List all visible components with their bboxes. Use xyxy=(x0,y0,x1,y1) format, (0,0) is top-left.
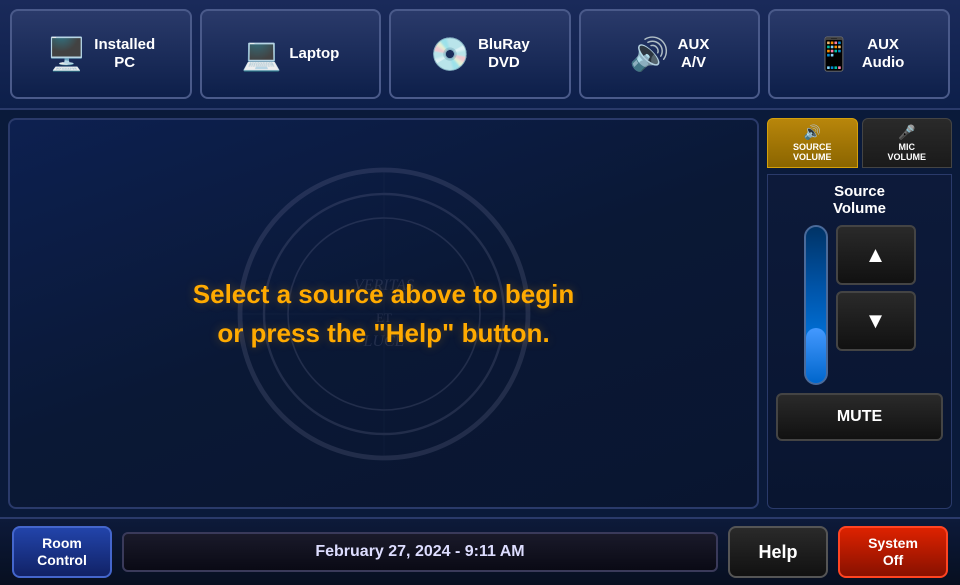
volume-tabs: 🔊 SOURCE VOLUME 🎤 MIC VOLUME xyxy=(767,118,952,168)
mic-volume-icon: 🎤 xyxy=(898,124,915,141)
aux-audio-label: AUX Audio xyxy=(862,36,905,72)
preview-panel: VERITAS ET LUCE Select a source above to… xyxy=(8,118,759,509)
room-control-label: Room Control xyxy=(37,535,87,569)
volume-down-icon: ▼ xyxy=(865,308,887,334)
main-message-line1: Select a source above to begin xyxy=(193,275,574,314)
mute-button[interactable]: MUTE xyxy=(776,393,943,441)
datetime-display: February 27, 2024 - 9:11 AM xyxy=(122,532,718,572)
laptop-label: Laptop xyxy=(289,45,339,63)
room-control-button[interactable]: Room Control xyxy=(12,526,112,578)
help-button[interactable]: Help xyxy=(728,526,828,578)
volume-slider-track[interactable] xyxy=(804,225,828,385)
system-off-label: System Off xyxy=(868,535,918,569)
volume-controls: ▲ ▼ xyxy=(776,225,943,385)
volume-down-button[interactable]: ▼ xyxy=(836,291,916,351)
bluray-icon: 💿 xyxy=(430,38,470,70)
source-volume-icon: 🔊 xyxy=(804,124,821,141)
main-message: Select a source above to begin or press … xyxy=(193,275,574,353)
laptop-button[interactable]: 💻 Laptop xyxy=(200,9,382,99)
source-volume-tab-label: SOURCE VOLUME xyxy=(793,143,832,163)
volume-slider-fill xyxy=(806,328,826,383)
installed-pc-label: Installed PC xyxy=(94,36,155,72)
aux-av-icon: 🔊 xyxy=(630,38,670,70)
main-area: VERITAS ET LUCE Select a source above to… xyxy=(0,110,960,517)
laptop-icon: 💻 xyxy=(241,38,281,70)
source-volume-tab[interactable]: 🔊 SOURCE VOLUME xyxy=(767,118,858,168)
help-label: Help xyxy=(758,542,797,563)
aux-audio-icon: 📱 xyxy=(814,38,854,70)
right-panel: 🔊 SOURCE VOLUME 🎤 MIC VOLUME Source Volu… xyxy=(767,118,952,509)
aux-av-button[interactable]: 🔊 AUX A/V xyxy=(579,9,761,99)
volume-up-button[interactable]: ▲ xyxy=(836,225,916,285)
aux-av-label: AUX A/V xyxy=(678,36,710,72)
bluray-dvd-label: BluRay DVD xyxy=(478,36,530,72)
datetime-text: February 27, 2024 - 9:11 AM xyxy=(315,543,524,561)
aux-audio-button[interactable]: 📱 AUX Audio xyxy=(768,9,950,99)
volume-section: Source Volume ▲ ▼ MUTE xyxy=(767,174,952,509)
mic-volume-tab[interactable]: 🎤 MIC VOLUME xyxy=(862,118,953,168)
bluray-dvd-button[interactable]: 💿 BluRay DVD xyxy=(389,9,571,99)
mute-button-label: MUTE xyxy=(837,408,882,426)
volume-arrow-buttons: ▲ ▼ xyxy=(836,225,916,351)
bottom-bar: Room Control February 27, 2024 - 9:11 AM… xyxy=(0,517,960,585)
volume-up-icon: ▲ xyxy=(865,242,887,268)
volume-section-label: Source Volume xyxy=(833,183,886,217)
mic-volume-tab-label: MIC VOLUME xyxy=(887,143,926,163)
pc-icon: 🖥️ xyxy=(46,38,86,70)
installed-pc-button[interactable]: 🖥️ Installed PC xyxy=(10,9,192,99)
main-message-line2: or press the "Help" button. xyxy=(193,314,574,353)
system-off-button[interactable]: System Off xyxy=(838,526,948,578)
source-bar: 🖥️ Installed PC 💻 Laptop 💿 BluRay DVD 🔊 … xyxy=(0,0,960,110)
